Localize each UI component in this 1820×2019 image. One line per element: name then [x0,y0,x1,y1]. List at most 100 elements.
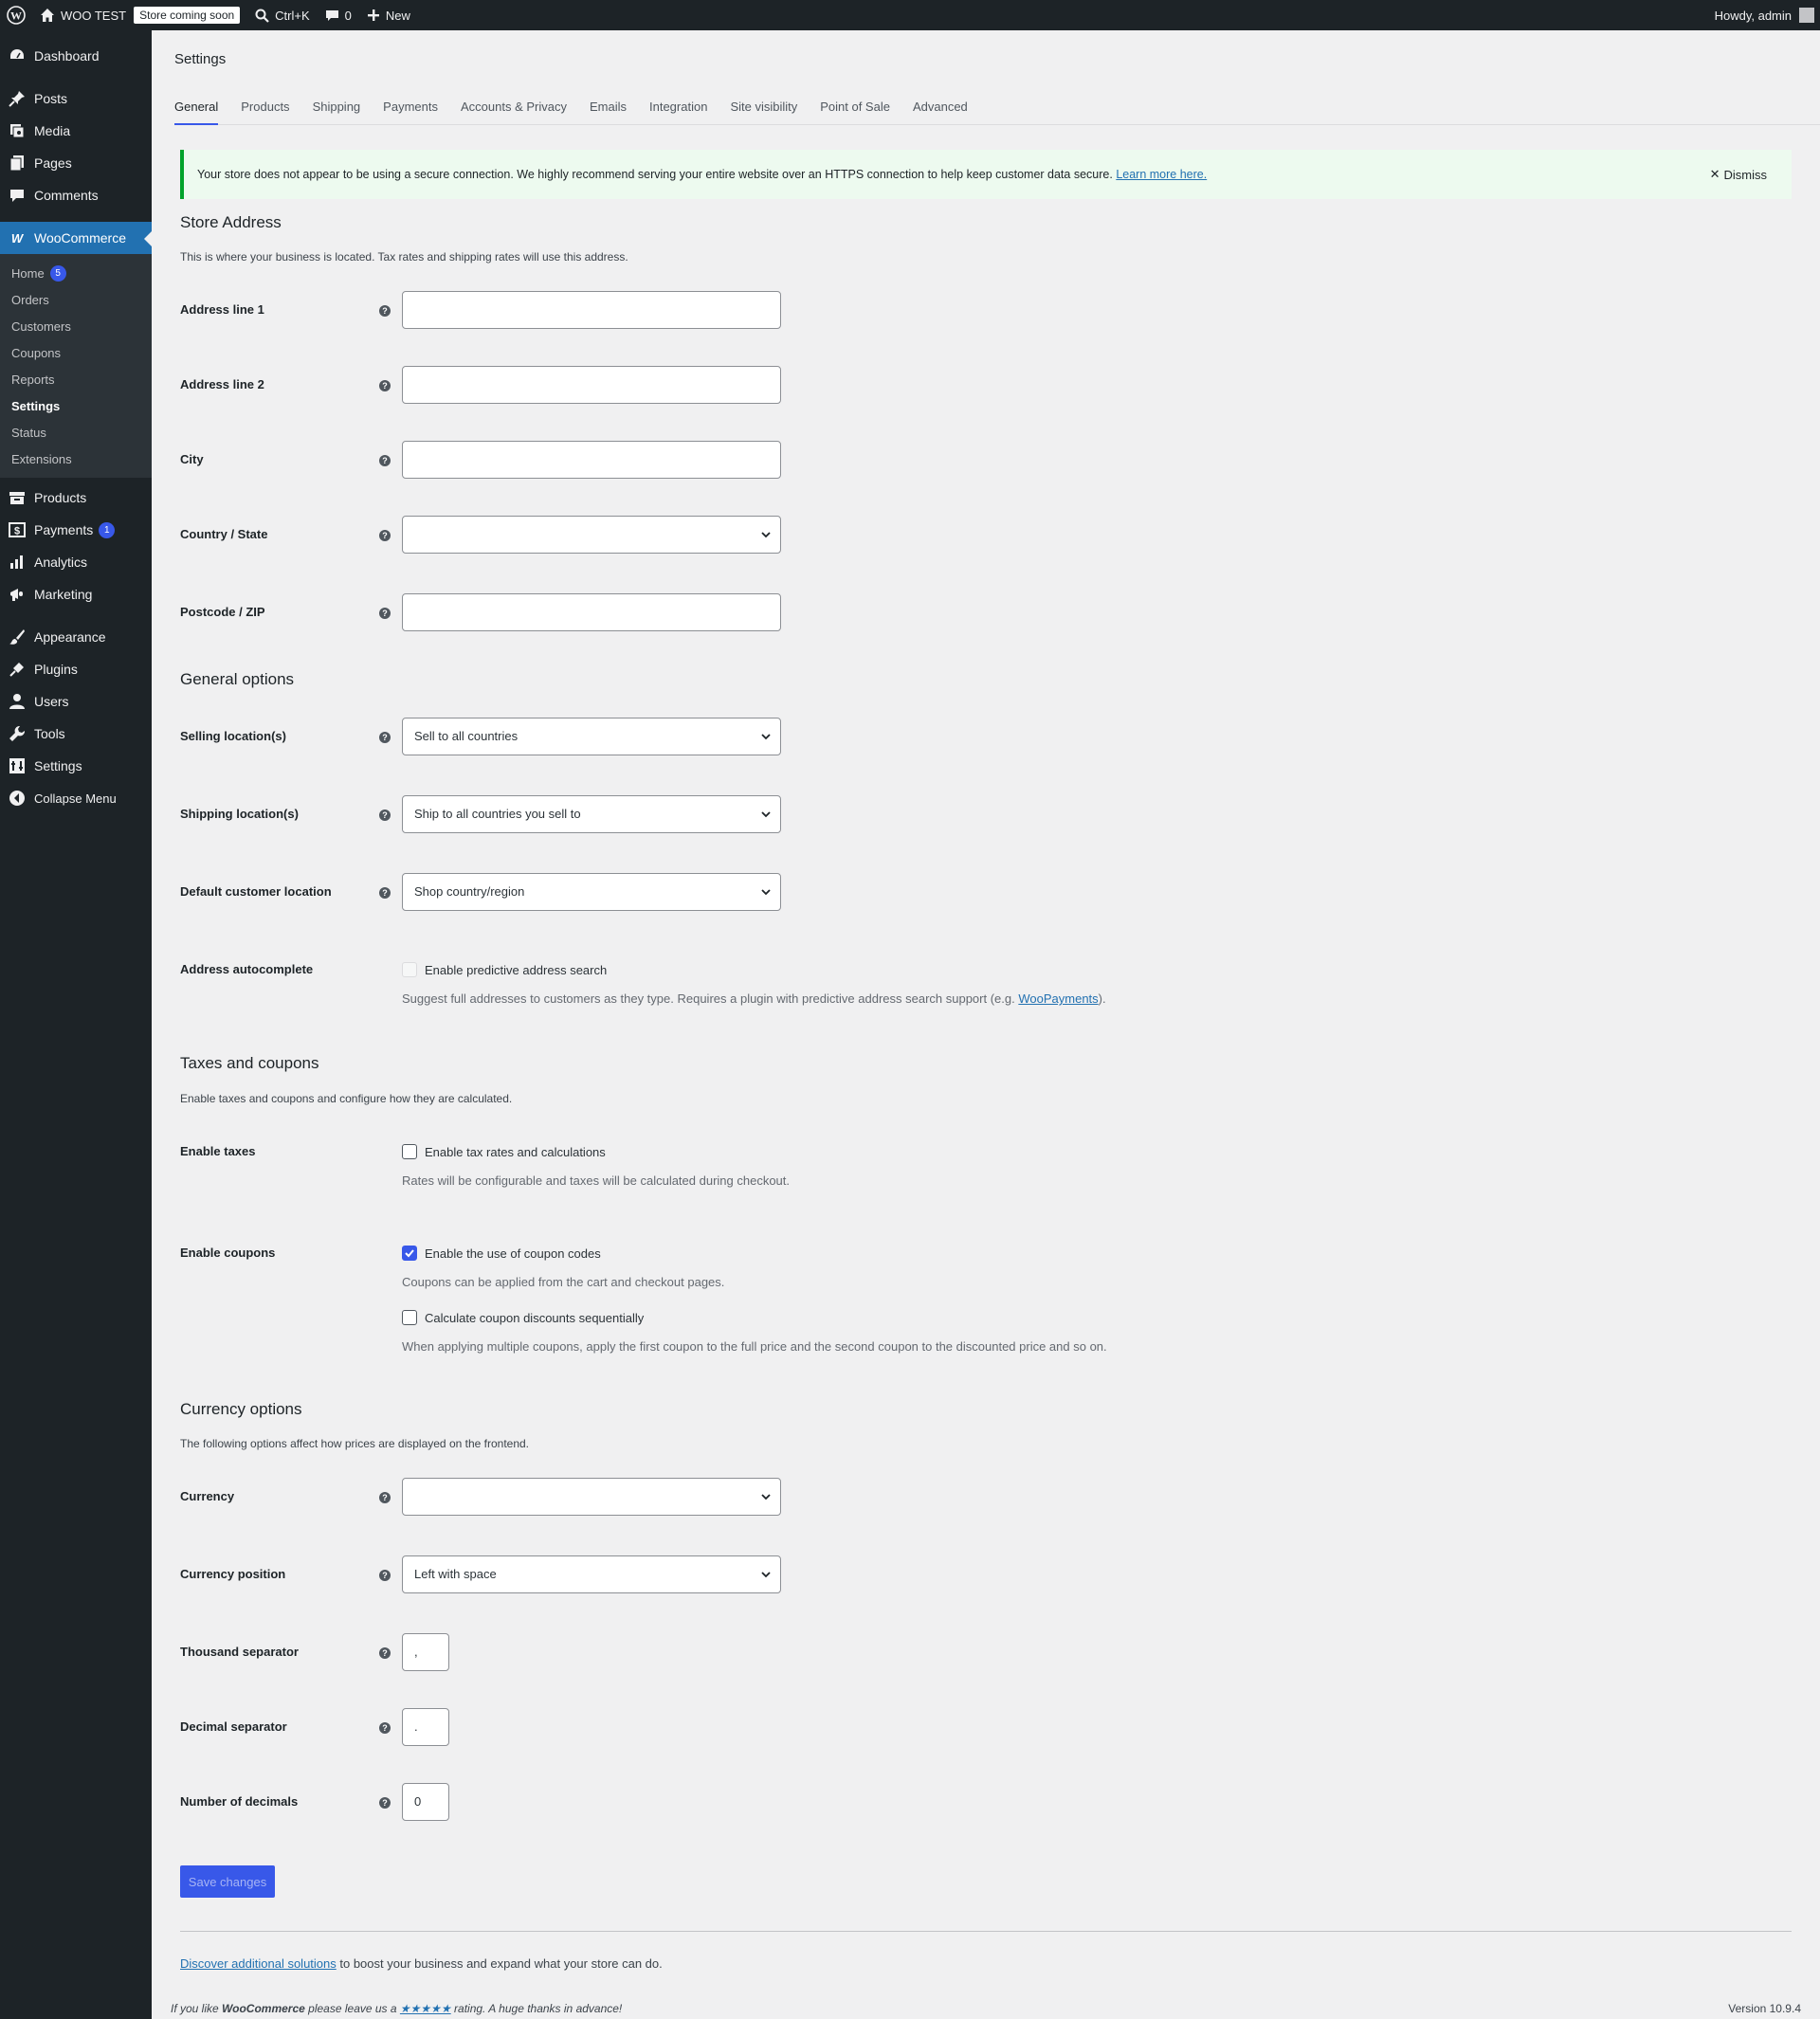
menu-woocommerce[interactable]: W WooCommerce [0,222,152,254]
menu-posts-label: Posts [34,91,68,106]
help-icon[interactable]: ? [379,1570,391,1581]
tab-general[interactable]: General [174,89,219,125]
discover-solutions-link[interactable]: Discover additional solutions [180,1956,337,1971]
help-icon[interactable]: ? [379,1722,391,1734]
city-field[interactable] [402,441,781,479]
address-autocomplete-checkbox-row[interactable]: Enable predictive address search [402,962,607,977]
submenu-customers[interactable]: Customers [0,313,152,339]
site-name-link[interactable]: WOO TEST Store coming soon [32,0,247,30]
submenu-home[interactable]: Home 5 [0,260,152,286]
enable-taxes-checkbox[interactable] [402,1144,417,1159]
woopayments-link[interactable]: WooPayments [1018,991,1098,1006]
store-coming-soon-badge[interactable]: Store coming soon [134,7,241,24]
submenu-coupons[interactable]: Coupons [0,339,152,366]
notice-learn-more-link[interactable]: Learn more here. [1116,168,1207,181]
help-icon[interactable]: ? [379,305,391,317]
help-icon[interactable]: ? [379,530,391,541]
default-customer-location-select[interactable]: Shop country/region [402,873,781,911]
comments-link[interactable]: 0 [318,0,359,30]
menu-comments[interactable]: Comments [0,179,152,211]
decimal-separator-field[interactable]: . [402,1708,449,1746]
thousand-separator-field[interactable]: , [402,1633,449,1671]
help-icon[interactable]: ? [379,380,391,391]
menu-marketing[interactable]: Marketing [0,578,152,610]
menu-products[interactable]: Products [0,482,152,514]
menu-posts[interactable]: Posts [0,82,152,115]
currency-position-select[interactable]: Left with space [402,1555,781,1593]
tab-shipping[interactable]: Shipping [313,89,361,125]
address-autocomplete-checkbox[interactable] [402,962,417,977]
rate-text-mid: please leave us a [304,2002,400,2015]
tab-accounts-privacy[interactable]: Accounts & Privacy [461,89,567,125]
wordpress-logo-icon[interactable]: W [0,0,32,30]
dismiss-button[interactable]: ✕ Dismiss [1710,167,1767,182]
enable-coupons-checkbox-row[interactable]: Enable the use of coupon codes [402,1246,601,1261]
submenu-status[interactable]: Status [0,419,152,446]
menu-plugins[interactable]: Plugins [0,653,152,685]
new-content-link[interactable]: New [359,0,418,30]
submenu-settings[interactable]: Settings [0,392,152,419]
enable-taxes-checkbox-row[interactable]: Enable tax rates and calculations [402,1144,606,1159]
footer-discover: Discover additional solutions to boost y… [180,1956,663,1971]
sequential-coupons-checkbox[interactable] [402,1310,417,1325]
help-icon[interactable]: ? [379,455,391,466]
menu-settings[interactable]: Settings [0,750,152,782]
country-state-select[interactable] [402,516,781,554]
menu-payments[interactable]: $ Payments 1 [0,514,152,546]
help-icon[interactable]: ? [379,1647,391,1659]
currency-select[interactable] [402,1478,781,1516]
tab-integration[interactable]: Integration [649,89,707,125]
number-of-decimals-field[interactable]: 0 [402,1783,449,1821]
pages-icon [8,154,27,173]
help-icon[interactable]: ? [379,608,391,619]
account-menu[interactable]: Howdy, admin [1707,0,1820,30]
save-changes-button[interactable]: Save changes [180,1865,275,1898]
enable-coupons-checkbox[interactable] [402,1246,417,1261]
tab-payments[interactable]: Payments [383,89,438,125]
address1-label: Address line 1 [180,302,264,317]
menu-appearance-label: Appearance [34,629,106,645]
currency-options-description: The following options affect how prices … [180,1437,530,1450]
checkmark-icon [405,1249,414,1258]
menu-tools[interactable]: Tools [0,718,152,750]
tab-point-of-sale[interactable]: Point of Sale [820,89,890,125]
command-search[interactable]: Ctrl+K [247,0,317,30]
taxes-coupons-heading: Taxes and coupons [180,1054,319,1072]
tab-emails[interactable]: Emails [590,89,627,125]
address2-field[interactable] [402,366,781,404]
help-icon[interactable]: ? [379,809,391,821]
menu-pages[interactable]: Pages [0,147,152,179]
menu-media[interactable]: Media [0,115,152,147]
postcode-field[interactable] [402,593,781,631]
submenu-extensions[interactable]: Extensions [0,446,152,472]
menu-payments-label: Payments [34,522,94,537]
rating-stars-link[interactable]: ★★★★★ [400,2002,451,2015]
tab-advanced[interactable]: Advanced [913,89,968,125]
svg-text:$: $ [14,526,20,537]
close-icon: ✕ [1709,167,1720,181]
notice-message: Your store does not appear to be using a… [197,168,1113,181]
sequential-coupons-checkbox-row[interactable]: Calculate coupon discounts sequentially [402,1310,644,1325]
chevron-down-icon [761,889,771,896]
shipping-locations-select[interactable]: Ship to all countries you sell to [402,795,781,833]
menu-analytics[interactable]: Analytics [0,546,152,578]
shipping-locations-value: Ship to all countries you sell to [414,807,581,821]
submenu-orders[interactable]: Orders [0,286,152,313]
menu-tools-label: Tools [34,726,65,741]
collapse-menu-button[interactable]: Collapse Menu [0,782,152,814]
menu-products-label: Products [34,490,87,505]
help-icon[interactable]: ? [379,732,391,743]
address1-field[interactable] [402,291,781,329]
menu-users[interactable]: Users [0,685,152,718]
tab-site-visibility[interactable]: Site visibility [730,89,797,125]
settings-sliders-icon [8,756,27,775]
tab-products[interactable]: Products [241,89,289,125]
menu-dashboard[interactable]: Dashboard [0,40,152,72]
menu-appearance[interactable]: Appearance [0,621,152,653]
menu-settings-label: Settings [34,758,82,773]
help-icon[interactable]: ? [379,887,391,899]
help-icon[interactable]: ? [379,1797,391,1809]
help-icon[interactable]: ? [379,1492,391,1503]
selling-locations-select[interactable]: Sell to all countries [402,718,781,755]
submenu-reports[interactable]: Reports [0,366,152,392]
